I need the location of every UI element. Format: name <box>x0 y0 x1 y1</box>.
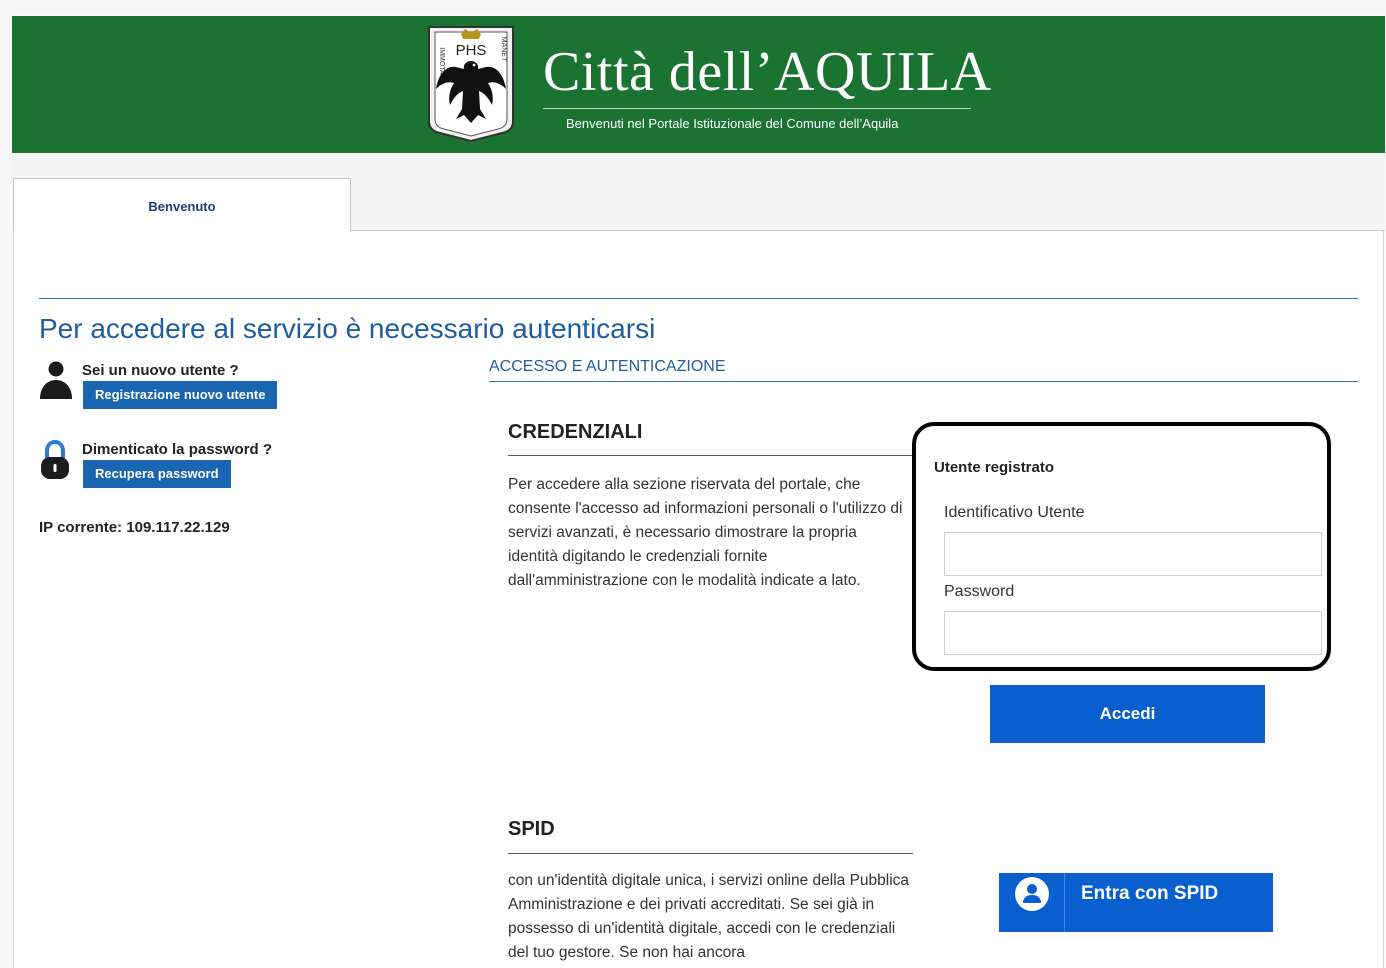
recover-password-button[interactable]: Recupera password <box>83 460 231 488</box>
new-user-question: Sei un nuovo utente ? <box>82 362 239 379</box>
crest-motto-left: IMMOTA <box>438 47 445 75</box>
password-label: Password <box>944 583 1015 600</box>
login-title: Utente registrato <box>934 459 1055 476</box>
password-input[interactable] <box>944 611 1322 655</box>
page-title: Per accedere al servizio è necessario au… <box>39 313 656 344</box>
credentials-heading: CREDENZIALI <box>508 421 643 443</box>
content-border-left <box>13 231 14 968</box>
spid-description: con un'identità digitale unica, i serviz… <box>508 872 910 961</box>
site-title: Città dell’AQUILA <box>543 41 992 103</box>
tab-benvenuto[interactable]: Benvenuto <box>13 178 351 232</box>
spid-divider <box>508 853 913 854</box>
spid-user-icon <box>1015 877 1049 911</box>
spid-icon-container <box>999 873 1065 932</box>
tab-baseline <box>350 230 1385 231</box>
crest-motto-center: PHS <box>456 42 487 59</box>
credentials-description: Per accedere alla sezione riservata del … <box>508 476 903 589</box>
credentials-divider <box>508 455 913 456</box>
register-new-user-button[interactable]: Registrazione nuovo utente <box>83 381 278 409</box>
title-divider <box>543 108 971 109</box>
content-border-right <box>1383 231 1384 968</box>
username-input[interactable] <box>944 532 1322 576</box>
section-divider <box>489 381 1358 382</box>
username-label: Identificativo Utente <box>944 504 1085 521</box>
forgot-password-question: Dimenticato la password ? <box>82 441 273 458</box>
spid-heading: SPID <box>508 818 555 840</box>
user-icon <box>40 361 72 399</box>
spid-button-label: Entra con SPID <box>1081 883 1219 904</box>
spid-login-button[interactable]: Entra con SPID <box>999 873 1273 932</box>
tab-benvenuto-label: Benvenuto <box>148 199 216 214</box>
site-subtitle: Benvenuti nel Portale Istituzionale del … <box>566 116 899 131</box>
current-ip-label: IP corrente: 109.117.22.129 <box>39 519 230 536</box>
section-label: ACCESSO E AUTENTICAZIONE <box>489 358 726 375</box>
heading-divider <box>39 298 1358 299</box>
city-crest-logo[interactable]: IMMOTA MANET PHS <box>426 23 516 143</box>
crest-motto-right: MANET <box>500 37 507 62</box>
login-submit-button[interactable]: Accedi <box>990 685 1265 743</box>
lock-icon <box>41 440 69 479</box>
